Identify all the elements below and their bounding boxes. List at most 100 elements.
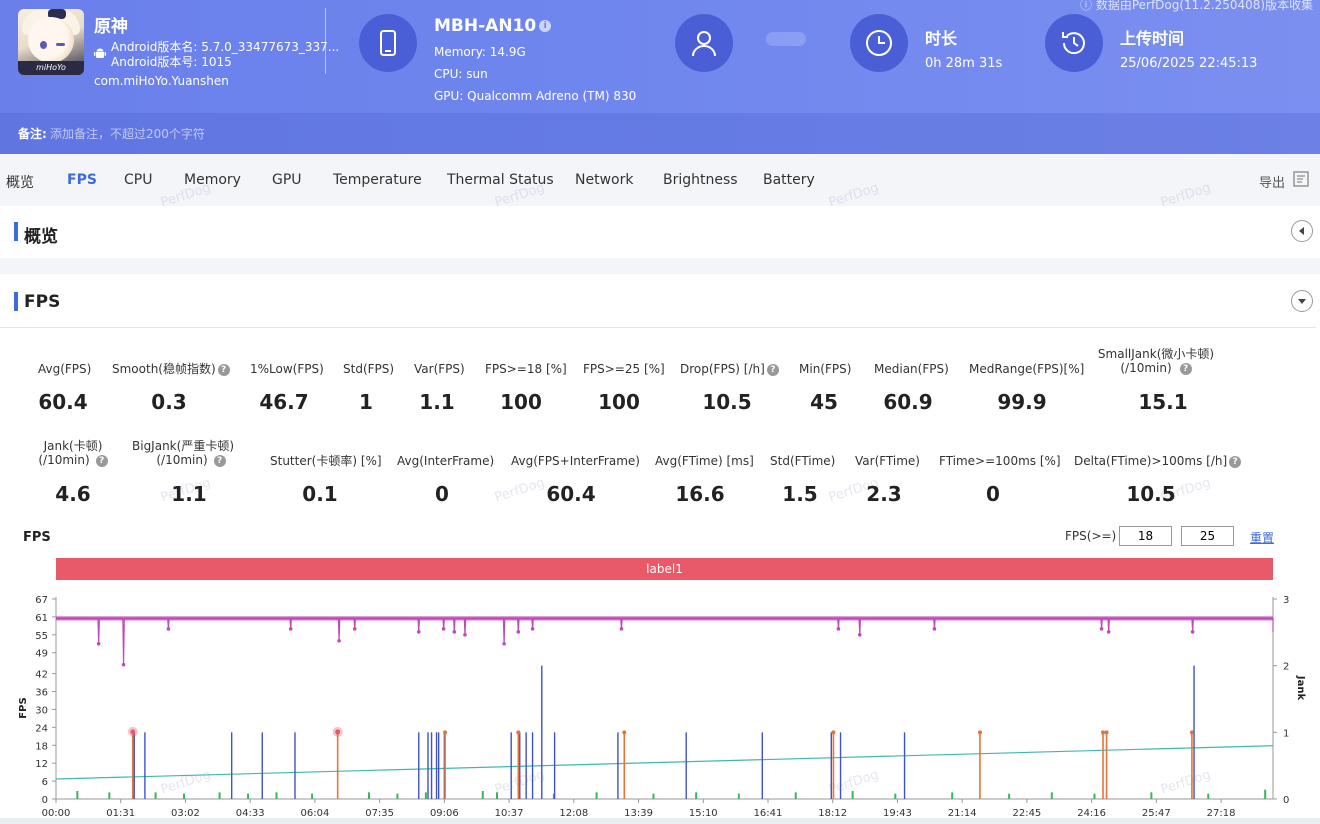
note-input[interactable]: 添加备注，不超过200个字符 — [50, 125, 205, 142]
metric-label: Avg(FTime) [ms] — [655, 454, 754, 468]
metric-value: 99.9 — [997, 390, 1047, 414]
tab-cpu[interactable]: CPU — [124, 172, 152, 188]
metric-label: Delta(FTime)>100ms [/h]? — [1074, 454, 1242, 468]
metric-value: 15.1 — [1138, 390, 1188, 414]
metric-label: FTime>=100ms [%] — [939, 454, 1061, 468]
bigjank-point — [443, 730, 448, 735]
x-tick-label: 12:08 — [559, 808, 588, 818]
y-tick-label: 49 — [35, 649, 48, 660]
tab-thermal-status[interactable]: Thermal Status — [447, 172, 554, 188]
fps-dip-point — [857, 633, 862, 637]
metric-value: 0 — [435, 482, 449, 506]
header-info: miHoYo 原神 Android版本名: 5.7.0_33477673_337… — [0, 0, 1320, 113]
tab-overview[interactable]: 概览 — [6, 172, 34, 192]
x-tick-label: 04:33 — [236, 808, 265, 818]
metric-label: 1%Low(FPS) — [250, 362, 324, 376]
tab-memory[interactable]: Memory — [184, 172, 241, 188]
user-icon — [675, 14, 733, 72]
metric-label-text: Jank(卡顿) — [43, 439, 103, 453]
y-tick-label: 18 — [35, 741, 48, 752]
bottom-scrollbar[interactable] — [0, 818, 1320, 824]
y-tick-label: 36 — [35, 688, 48, 699]
x-tick-label: 09:06 — [430, 808, 459, 818]
fps-threshold-1-input[interactable] — [1119, 526, 1172, 546]
fps-dip-point — [121, 662, 126, 667]
app-name: 原神 — [94, 17, 128, 37]
metric-label: Drop(FPS) [/h]? — [680, 362, 779, 376]
metric-label: Stutter(卡顿率) [%] — [270, 454, 382, 468]
y2-tick-label: 2 — [1283, 662, 1289, 673]
tab-bar: 概览 FPS CPU Memory GPU Temperature Therma… — [0, 154, 1320, 206]
x-tick-label: 01:31 — [106, 808, 135, 818]
metric-label-text: BigJank(严重卡顿) — [132, 439, 234, 453]
metric-label: Median(FPS) — [874, 362, 949, 376]
help-icon[interactable]: ? — [1179, 362, 1192, 375]
metric-label-text: SmallJank(微小卡顿) — [1097, 347, 1215, 361]
note-bar: 备注: 添加备注，不超过200个字符 — [0, 113, 1320, 154]
tab-fps[interactable]: FPS — [67, 172, 97, 188]
y-tick-label: 61 — [35, 613, 48, 624]
watermark: PerfDog — [492, 475, 547, 506]
y-tick-label: 67 — [35, 595, 48, 606]
y-tick-label: 42 — [35, 670, 48, 681]
tab-gpu[interactable]: GPU — [272, 172, 302, 188]
reset-button[interactable]: 重置 — [1250, 529, 1274, 546]
y2-axis-label: Jank — [1295, 675, 1306, 701]
tab-temperature[interactable]: Temperature — [333, 172, 422, 188]
fps-dip-point — [288, 627, 293, 631]
metric-label-text: Drop(FPS) [/h] — [680, 362, 765, 376]
y-tick-label: 6 — [42, 777, 48, 788]
help-icon[interactable]: ? — [95, 454, 108, 467]
fps-threshold-2-input[interactable] — [1181, 526, 1234, 546]
tab-battery[interactable]: Battery — [763, 172, 815, 188]
export-button[interactable]: 导出 — [1259, 172, 1285, 191]
upload-value: 25/06/2025 22:45:13 — [1120, 56, 1258, 71]
x-tick-label: 18:12 — [818, 808, 847, 818]
metric-value: 1 — [359, 390, 373, 414]
metric-label: Var(FTime) — [855, 454, 920, 468]
device-info-icon[interactable]: i — [539, 20, 552, 32]
caret-left-icon — [1299, 227, 1304, 235]
app-version-info: Android版本名: 5.7.0_33477673_337... Androi… — [111, 40, 339, 70]
bigjank-point — [977, 730, 982, 735]
metric-label: Avg(FPS) — [38, 362, 92, 376]
y-tick-label: 12 — [35, 759, 48, 770]
metric-value: 0.3 — [151, 390, 187, 414]
x-tick-label: 16:41 — [754, 808, 783, 818]
caret-down-icon — [1298, 299, 1306, 304]
metric-label-text: Smooth(稳帧指数) — [112, 362, 216, 376]
export-icon[interactable] — [1292, 170, 1310, 188]
y-axis-label: FPS — [18, 697, 29, 718]
fps-section-divider — [0, 327, 1316, 328]
fps-dip-point — [96, 641, 101, 646]
history-icon — [1045, 14, 1103, 72]
fps-chart[interactable]: 0612182430364249556167012300:00 01:31 03:0… — [0, 588, 1320, 818]
fps-collapse-toggle[interactable] — [1291, 290, 1313, 312]
help-icon[interactable]: ? — [766, 363, 779, 376]
label-bar[interactable]: label1 — [56, 558, 1273, 580]
fps-dip-point — [1106, 630, 1111, 634]
overview-collapse-toggle[interactable] — [1291, 220, 1313, 242]
tab-network[interactable]: Network — [575, 172, 633, 188]
help-icon[interactable]: ? — [213, 454, 226, 467]
phone-icon — [359, 14, 417, 72]
app-icon-eye — [40, 41, 47, 49]
metric-value: 46.7 — [259, 390, 309, 414]
help-icon[interactable]: ? — [217, 363, 230, 376]
metric-value: 4.6 — [55, 482, 91, 506]
tab-brightness[interactable]: Brightness — [663, 172, 738, 188]
metric-label: FPS>=18 [%] — [485, 362, 567, 376]
metric-label: Avg(FPS+InterFrame) — [511, 454, 640, 468]
help-icon[interactable]: ? — [1229, 455, 1242, 468]
app-icon-wink — [56, 43, 65, 46]
metric-value: 100 — [500, 390, 542, 414]
stutter-trend-line — [55, 745, 1274, 780]
header-divider — [325, 8, 326, 74]
fps-dip-point — [932, 627, 937, 631]
metric-label: Var(FPS) — [414, 362, 465, 376]
app-package: com.miHoYo.Yuanshen — [94, 74, 229, 88]
section-separator — [0, 258, 1320, 274]
fps-series-line — [56, 617, 1274, 665]
device-gpu: GPU: Qualcomm Adreno (TM) 830 — [434, 89, 637, 103]
metric-label: SmallJank(微小卡顿) (/10min)? — [1094, 347, 1218, 375]
